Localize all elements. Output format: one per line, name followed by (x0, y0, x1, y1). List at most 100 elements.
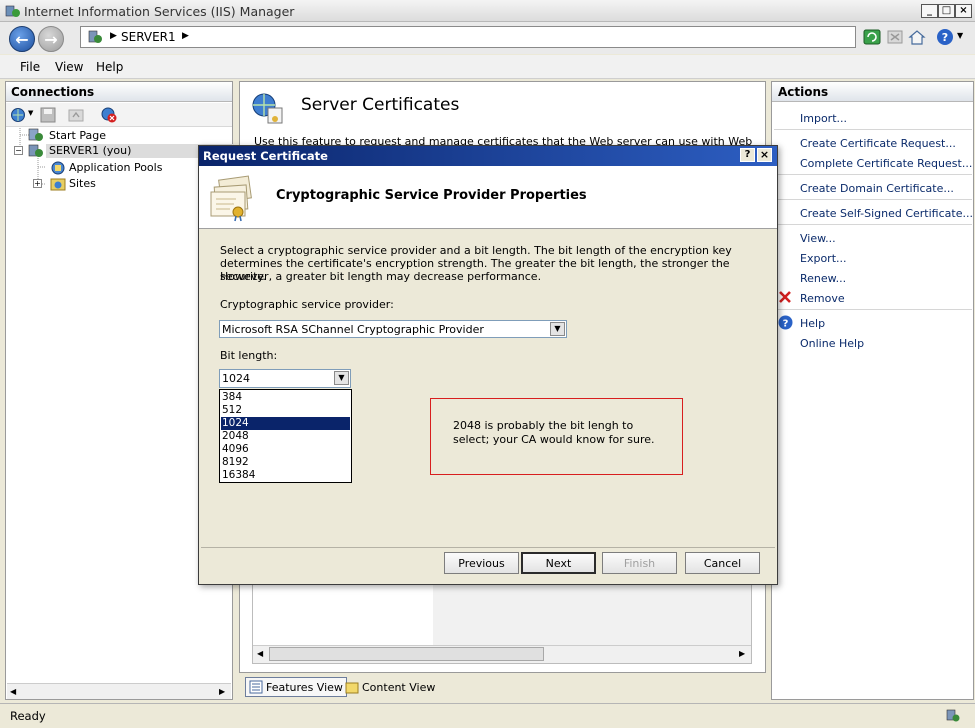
scroll-left-icon[interactable]: ◀ (10, 687, 16, 696)
minimize-button[interactable]: _ (921, 4, 938, 18)
bit-length-option[interactable]: 384 (221, 391, 350, 404)
connections-title: Connections (11, 85, 95, 99)
annotation-note: 2048 is probably the bit lengh to select… (430, 398, 683, 475)
connections-header: Connections (6, 82, 232, 102)
bit-length-option-selected[interactable]: 1024 (221, 417, 350, 430)
bit-length-option[interactable]: 8192 (221, 456, 350, 469)
scroll-right-icon[interactable]: ▶ (219, 687, 225, 696)
bit-length-option[interactable]: 4096 (221, 443, 350, 456)
annotation-line1: 2048 is probably the bit lengh to (453, 419, 634, 432)
bit-length-dropdown[interactable]: 1024 ▼ (219, 369, 351, 388)
tab-features-view-label: Features View (266, 680, 343, 694)
action-online-help[interactable]: Online Help (800, 337, 864, 350)
forward-button[interactable]: → (38, 26, 64, 52)
scroll-right-icon[interactable]: ▶ (739, 649, 745, 658)
connect-dropdown-icon[interactable]: ▼ (28, 109, 33, 117)
back-arrow-icon: ← (15, 29, 29, 49)
csp-label: Cryptographic service provider: (220, 298, 394, 311)
help-dropdown-icon[interactable]: ▼ (957, 31, 963, 40)
stop-icon[interactable] (886, 28, 904, 46)
svg-text:?: ? (942, 31, 948, 44)
collapse-server-icon[interactable]: − (14, 146, 23, 155)
tab-content-view-label: Content View (362, 680, 436, 694)
start-page-icon (28, 128, 43, 141)
chevron-down-icon[interactable]: ▼ (550, 322, 565, 336)
server-icon (28, 144, 43, 157)
expand-sites-icon[interactable]: + (33, 179, 42, 188)
finish-button[interactable]: Finish (602, 552, 677, 574)
menu-file[interactable]: File (20, 60, 40, 74)
action-create-domain-certificate[interactable]: Create Domain Certificate... (800, 182, 954, 195)
list-column-area (433, 585, 751, 645)
action-export[interactable]: Export... (800, 252, 847, 265)
chevron-down-icon[interactable]: ▼ (334, 371, 349, 385)
actions-panel: Actions Import... Create Certificate Req… (771, 81, 974, 700)
tree-item-sites[interactable]: Sites (69, 177, 96, 190)
up-level-icon[interactable] (68, 107, 84, 123)
separator (774, 224, 972, 225)
cancel-button[interactable]: Cancel (685, 552, 760, 574)
action-import[interactable]: Import... (800, 112, 847, 125)
action-remove[interactable]: Remove (800, 292, 845, 305)
actions-title: Actions (778, 85, 829, 99)
svg-text:?: ? (783, 319, 789, 330)
menu-help[interactable]: Help (96, 60, 123, 74)
connect-globe-icon[interactable] (10, 106, 28, 124)
scroll-left-icon[interactable]: ◀ (257, 649, 263, 658)
scroll-thumb[interactable] (269, 647, 544, 661)
delete-connection-icon[interactable] (100, 106, 118, 124)
list-h-scrollbar[interactable]: ◀ ▶ (253, 645, 751, 663)
server-certificates-icon (252, 93, 283, 124)
status-server-icon (946, 709, 960, 722)
tree-item-start-page[interactable]: Start Page (49, 129, 106, 142)
dialog-title-bar: Request Certificate ? × (199, 146, 777, 166)
dialog-help-button[interactable]: ? (740, 148, 755, 162)
title-bar: Internet Information Services (IIS) Mana… (0, 0, 975, 22)
connections-toolbar: ▼ (6, 103, 232, 127)
action-view[interactable]: View... (800, 232, 836, 245)
tab-features-view[interactable]: Features View (245, 677, 347, 697)
action-help[interactable]: Help (800, 317, 825, 330)
dialog-instructions-line3: However, a greater bit length may decrea… (220, 270, 542, 283)
bit-length-option[interactable]: 512 (221, 404, 350, 417)
previous-button[interactable]: Previous (444, 552, 519, 574)
refresh-icon[interactable] (863, 28, 881, 46)
bit-length-option[interactable]: 16384 (221, 469, 350, 482)
breadcrumb-arrow-icon: ▶ (182, 31, 189, 41)
status-text: Ready (10, 709, 46, 723)
dialog-heading: Cryptographic Service Provider Propertie… (276, 188, 587, 203)
save-icon[interactable] (40, 107, 56, 123)
status-bar: Ready (0, 703, 975, 728)
dialog-divider (201, 547, 775, 548)
annotation-line2: select; your CA would know for sure. (453, 433, 655, 446)
remove-icon (779, 291, 791, 303)
server-icon (88, 30, 102, 43)
action-create-self-signed-certificate[interactable]: Create Self-Signed Certificate... (800, 207, 973, 220)
breadcrumb-server[interactable]: SERVER1 (121, 30, 176, 44)
tree-item-application-pools[interactable]: Application Pools (69, 161, 162, 174)
menu-bar (0, 55, 975, 79)
next-button[interactable]: Next (521, 552, 596, 574)
help-icon: ? (778, 315, 793, 330)
dialog-close-button[interactable]: × (757, 148, 772, 162)
action-create-certificate-request[interactable]: Create Certificate Request... (800, 137, 956, 150)
connections-h-scrollbar[interactable]: ◀ ▶ (7, 683, 231, 699)
separator (774, 309, 972, 310)
bit-length-option[interactable]: 2048 (221, 430, 350, 443)
actions-header: Actions (772, 82, 973, 102)
separator (774, 129, 972, 130)
action-renew[interactable]: Renew... (800, 272, 846, 285)
address-bar[interactable]: ▶ SERVER1 ▶ (80, 26, 856, 48)
action-complete-certificate-request[interactable]: Complete Certificate Request... (800, 157, 972, 170)
dialog-header: Cryptographic Service Provider Propertie… (199, 166, 777, 229)
maximize-button[interactable]: □ (938, 4, 955, 18)
back-button[interactable]: ← (9, 26, 35, 52)
menu-view[interactable]: View (55, 60, 83, 74)
help-icon[interactable]: ? (936, 28, 954, 46)
csp-dropdown[interactable]: Microsoft RSA SChannel Cryptographic Pro… (219, 320, 567, 338)
tab-content-view[interactable]: Content View (342, 677, 438, 697)
bit-length-options-list[interactable]: 384 512 1024 2048 4096 8192 16384 (219, 389, 352, 483)
certificate-list[interactable]: ◀ ▶ (252, 584, 752, 664)
home-icon[interactable] (908, 28, 926, 46)
close-button[interactable]: × (955, 4, 972, 18)
